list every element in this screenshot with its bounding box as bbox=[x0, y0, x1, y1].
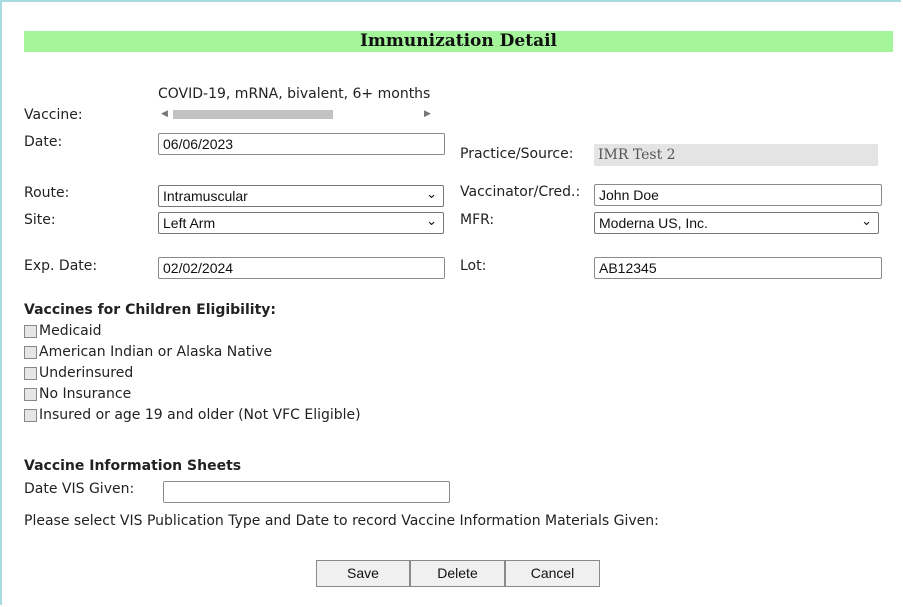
vfc-option-medicaid[interactable]: Medicaid bbox=[24, 322, 102, 340]
scrollbar-thumb[interactable] bbox=[173, 110, 333, 119]
chevron-down-icon: ⌄ bbox=[861, 213, 872, 228]
lot-label: Lot: bbox=[460, 258, 487, 274]
vfc-option-label: No Insurance bbox=[39, 386, 132, 402]
chevron-down-icon: ⌄ bbox=[426, 213, 437, 228]
vaccinator-label: Vaccinator/Cred.: bbox=[460, 184, 581, 200]
checkbox[interactable] bbox=[24, 366, 37, 380]
arrow-left-icon[interactable]: ◀ bbox=[161, 107, 168, 121]
vaccine-display[interactable]: COVID-19, mRNA, bivalent, 6+ months ◀ ▶ bbox=[158, 86, 438, 122]
lot-field[interactable]: AB12345 bbox=[594, 257, 882, 279]
checkbox[interactable] bbox=[24, 387, 37, 401]
exp-date-label: Exp. Date: bbox=[24, 258, 98, 274]
route-select-value: Intramuscular bbox=[163, 188, 248, 204]
checkbox[interactable] bbox=[24, 408, 37, 422]
vfc-option-label: Underinsured bbox=[39, 365, 134, 381]
exp-date-field[interactable]: 02/02/2024 bbox=[158, 257, 445, 279]
save-button[interactable]: Save bbox=[316, 560, 410, 587]
vfc-heading: Vaccines for Children Eligibility: bbox=[24, 302, 276, 318]
vfc-option-american-indian[interactable]: American Indian or Alaska Native bbox=[24, 343, 272, 361]
vaccine-value: COVID-19, mRNA, bivalent, 6+ months bbox=[158, 86, 431, 102]
arrow-right-icon[interactable]: ▶ bbox=[424, 107, 431, 121]
vaccinator-field[interactable]: John Doe bbox=[594, 184, 882, 206]
cancel-button[interactable]: Cancel bbox=[505, 560, 600, 587]
vfc-option-no-insurance[interactable]: No Insurance bbox=[24, 385, 131, 403]
date-vis-given-label: Date VIS Given: bbox=[24, 481, 135, 497]
practice-source-label: Practice/Source: bbox=[460, 146, 574, 162]
vis-instructions: Please select VIS Publication Type and D… bbox=[24, 513, 659, 529]
checkbox[interactable] bbox=[24, 324, 37, 338]
mfr-label: MFR: bbox=[460, 212, 495, 228]
vfc-option-underinsured[interactable]: Underinsured bbox=[24, 364, 133, 382]
vaccine-label: Vaccine: bbox=[24, 107, 83, 123]
delete-button[interactable]: Delete bbox=[410, 560, 505, 587]
date-field[interactable]: 06/06/2023 bbox=[158, 133, 445, 155]
route-label: Route: bbox=[24, 185, 70, 201]
vaccine-scrollbar[interactable]: ◀ ▶ bbox=[158, 107, 436, 121]
vfc-option-label: Insured or age 19 and older (Not VFC Eli… bbox=[39, 407, 361, 423]
mfr-select[interactable]: Moderna US, Inc. ⌄ bbox=[594, 212, 879, 234]
checkbox[interactable] bbox=[24, 345, 37, 359]
vfc-option-label: Medicaid bbox=[39, 323, 102, 339]
vis-heading: Vaccine Information Sheets bbox=[24, 458, 242, 474]
practice-source-value: IMR Test 2 bbox=[594, 144, 878, 166]
page-title: Immunization Detail bbox=[24, 31, 893, 52]
route-select[interactable]: Intramuscular ⌄ bbox=[158, 185, 444, 207]
site-select[interactable]: Left Arm ⌄ bbox=[158, 212, 444, 234]
date-vis-given-field[interactable] bbox=[163, 481, 450, 503]
vfc-option-insured-19[interactable]: Insured or age 19 and older (Not VFC Eli… bbox=[24, 406, 361, 424]
date-label: Date: bbox=[24, 134, 63, 150]
site-select-value: Left Arm bbox=[163, 215, 216, 231]
chevron-down-icon: ⌄ bbox=[426, 186, 437, 201]
site-label: Site: bbox=[24, 212, 56, 228]
vfc-option-label: American Indian or Alaska Native bbox=[39, 344, 273, 360]
mfr-select-value: Moderna US, Inc. bbox=[599, 215, 708, 231]
